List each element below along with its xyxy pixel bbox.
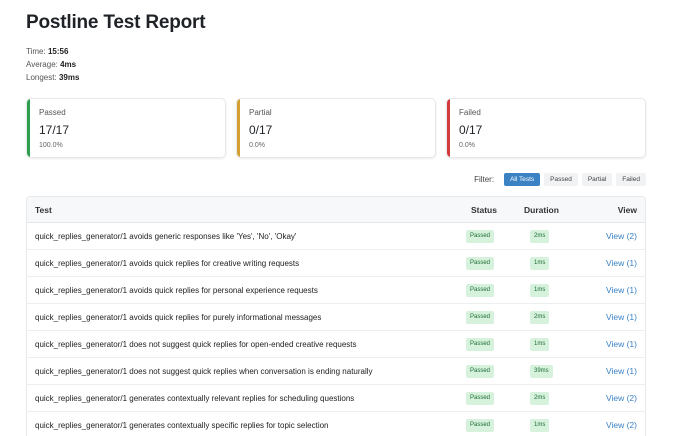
table-row: quick_replies_generator/1 generates cont… (27, 412, 645, 436)
view-link[interactable]: View (2) (606, 231, 637, 241)
filter-partial-button[interactable]: Partial (581, 172, 613, 186)
table-row: quick_replies_generator/1 does not sugge… (27, 331, 645, 358)
filter-label: Filter: (474, 174, 495, 184)
test-name: quick_replies_generator/1 does not sugge… (35, 367, 373, 376)
table-header: Test Status Duration View (27, 197, 645, 223)
view-link[interactable]: View (1) (606, 366, 637, 376)
status-badge: Passed (466, 419, 495, 432)
duration-badge: 2ms (530, 230, 550, 243)
meta-time-value: 15:56 (47, 47, 69, 56)
header-status: Status (471, 205, 497, 215)
card-failed-percent: 0.0% (459, 142, 475, 149)
test-name: quick_replies_generator/1 generates cont… (35, 421, 329, 430)
duration-badge: 39ms (530, 365, 553, 378)
table-row: quick_replies_generator/1 avoids generic… (27, 223, 645, 250)
summary-cards: Passed 17/17 100.0% Partial 0/17 0.0% Fa… (26, 98, 646, 158)
view-link[interactable]: View (2) (606, 420, 637, 430)
filter-failed-button[interactable]: Failed (616, 172, 646, 186)
meta-time-label: Time: (26, 47, 46, 56)
test-name: quick_replies_generator/1 avoids generic… (35, 232, 297, 241)
status-badge: Passed (466, 311, 495, 324)
filter-passed-button[interactable]: Passed (544, 172, 578, 186)
card-partial-percent: 0.0% (249, 142, 265, 149)
duration-badge: 1ms (530, 338, 550, 351)
filter-all-tests-button[interactable]: All Tests (504, 172, 541, 186)
duration-badge: 1ms (530, 284, 550, 297)
test-name: quick_replies_generator/1 avoids quick r… (35, 259, 300, 268)
results-table: Test Status Duration View quick_replies_… (26, 196, 646, 436)
view-link[interactable]: View (1) (606, 312, 637, 322)
status-badge: Passed (466, 338, 495, 351)
header-view: View (617, 205, 637, 215)
meta-longest-value: 39ms (58, 73, 80, 82)
page-title: Postline Test Report (26, 12, 206, 33)
card-failed-accent (447, 99, 450, 157)
meta-average-label: Average: (26, 60, 58, 69)
card-partial: Partial 0/17 0.0% (236, 98, 436, 158)
test-name: quick_replies_generator/1 avoids quick r… (35, 313, 322, 322)
test-name: quick_replies_generator/1 generates cont… (35, 394, 355, 403)
table-row: quick_replies_generator/1 avoids quick r… (27, 277, 645, 304)
status-badge: Passed (466, 365, 495, 378)
meta-longest: Longest: 39ms (26, 73, 79, 82)
test-name: quick_replies_generator/1 does not sugge… (35, 340, 357, 349)
status-badge: Passed (466, 392, 495, 405)
table-row: quick_replies_generator/1 generates cont… (27, 385, 645, 412)
view-link[interactable]: View (1) (606, 258, 637, 268)
meta-longest-label: Longest: (26, 73, 57, 82)
card-partial-value: 0/17 (249, 123, 273, 137)
filter-bar: Filter: All Tests Passed Partial Failed (474, 172, 646, 186)
duration-badge: 2ms (530, 392, 550, 405)
duration-badge: 2ms (530, 311, 550, 324)
card-passed-percent: 100.0% (39, 142, 63, 149)
status-badge: Passed (466, 230, 495, 243)
card-passed-accent (27, 99, 30, 157)
card-failed-label: Failed (459, 108, 481, 117)
status-badge: Passed (466, 257, 495, 270)
meta-average-value: 4ms (60, 60, 77, 69)
card-partial-label: Partial (249, 108, 272, 117)
table-row: quick_replies_generator/1 does not sugge… (27, 358, 645, 385)
view-link[interactable]: View (2) (606, 393, 637, 403)
meta-average: Average: 4ms (26, 60, 76, 69)
card-passed: Passed 17/17 100.0% (26, 98, 226, 158)
card-partial-accent (237, 99, 240, 157)
meta-time: Time: 15:56 (26, 47, 68, 56)
duration-badge: 1ms (530, 257, 550, 270)
test-name: quick_replies_generator/1 avoids quick r… (35, 286, 318, 295)
view-link[interactable]: View (1) (606, 339, 637, 349)
card-passed-value: 17/17 (39, 123, 70, 137)
header-duration: Duration (524, 205, 559, 215)
duration-badge: 1ms (530, 419, 550, 432)
card-failed: Failed 0/17 0.0% (446, 98, 646, 158)
header-test: Test (35, 205, 52, 215)
card-failed-value: 0/17 (459, 123, 483, 137)
status-badge: Passed (466, 284, 495, 297)
table-row: quick_replies_generator/1 avoids quick r… (27, 250, 645, 277)
card-passed-label: Passed (39, 108, 66, 117)
table-row: quick_replies_generator/1 avoids quick r… (27, 304, 645, 331)
view-link[interactable]: View (1) (606, 285, 637, 295)
